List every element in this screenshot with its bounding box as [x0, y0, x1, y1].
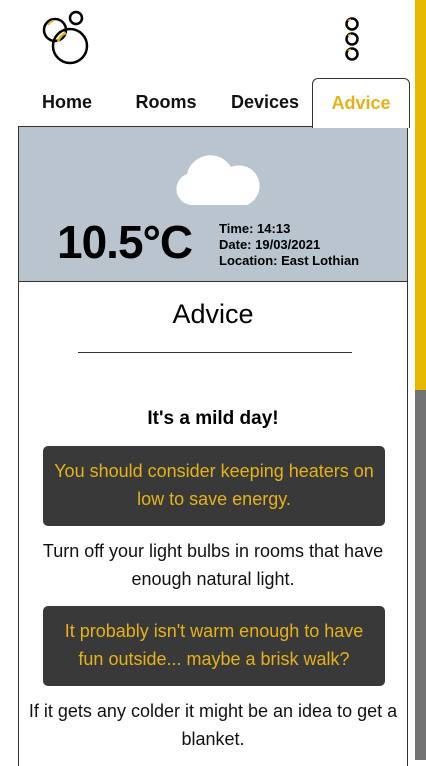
tab-rooms[interactable]: Rooms [124, 78, 208, 126]
advice-panel: 10.5°C Time: 14:13 Date: 19/03/2021 Loca… [18, 126, 408, 766]
date-text: Date: 19/03/2021 [219, 237, 321, 252]
tab-devices[interactable]: Devices [222, 78, 308, 126]
app: Home Rooms Devices Advice 10.5°C Time: 1… [0, 0, 415, 766]
advice-title: Advice [172, 299, 254, 329]
tip-box-outdoors: It probably isn't warm enough to have fu… [43, 606, 385, 686]
time-text: Time: 14:13 [219, 221, 291, 236]
advice-text-lights: Turn off your light bulbs in rooms that … [42, 541, 384, 589]
scrollbar[interactable] [415, 0, 426, 760]
tab-bar: Home Rooms Devices Advice [0, 78, 415, 128]
weather-headline: It's a mild day! [147, 408, 279, 429]
cloud-icon [171, 153, 263, 209]
divider [78, 352, 352, 353]
scrollbar-thumb[interactable] [415, 0, 426, 390]
tip-box-heating: You should consider keeping heaters on l… [43, 446, 385, 526]
bubbles-logo-icon[interactable] [40, 10, 92, 66]
location-text: Location: East Lothian [219, 253, 360, 268]
tab-advice[interactable]: Advice [312, 78, 410, 128]
weather-banner: 10.5°C Time: 14:13 Date: 19/03/2021 Loca… [19, 127, 407, 282]
temperature-value: 10.5°C [57, 216, 193, 268]
tab-home[interactable]: Home [24, 78, 110, 126]
advice-text-blanket: If it gets any colder it might be an ide… [28, 701, 398, 749]
three-circles-menu-icon[interactable] [338, 16, 366, 62]
weather-details: Time: 14:13 Date: 19/03/2021 Location: E… [219, 221, 359, 269]
